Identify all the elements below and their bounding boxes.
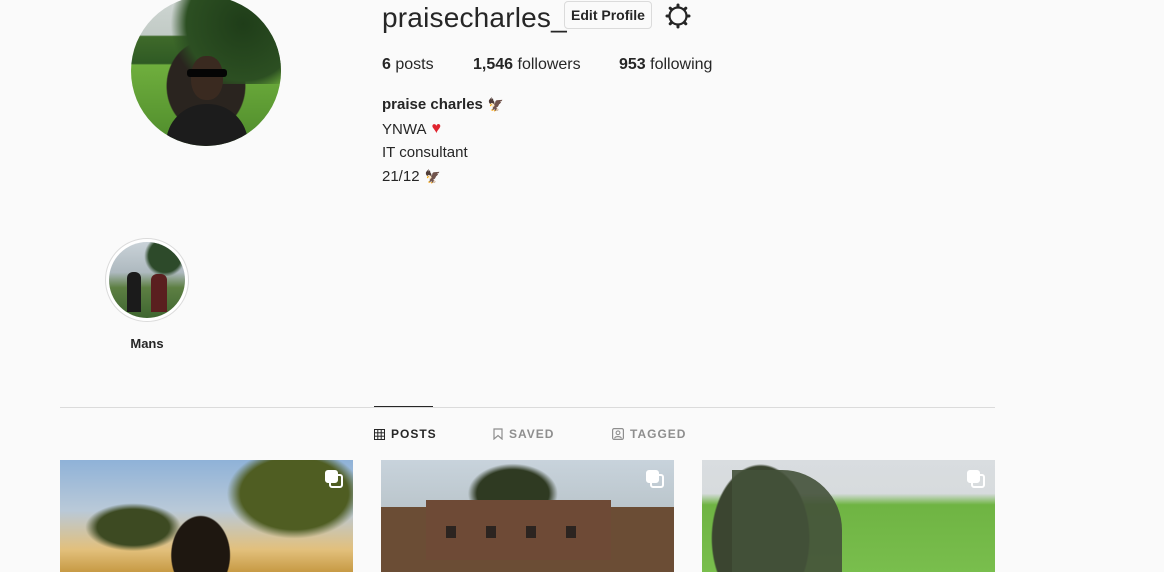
avatar-photo-sunglasses bbox=[187, 69, 227, 77]
carousel-icon bbox=[325, 470, 343, 488]
tab-saved[interactable]: SAVED bbox=[493, 427, 554, 441]
tab-tagged[interactable]: TAGGED bbox=[612, 427, 686, 441]
bio-line-2-text: IT consultant bbox=[382, 144, 468, 161]
post-photo-window bbox=[446, 526, 456, 538]
avatar-photo-head bbox=[191, 56, 223, 100]
post-thumbnail[interactable] bbox=[381, 460, 674, 572]
tab-posts-label: POSTS bbox=[391, 427, 437, 441]
highlight-photo-person bbox=[151, 274, 167, 312]
bio-line-3-text: 21/12 bbox=[382, 168, 420, 185]
carousel-icon bbox=[967, 470, 985, 488]
followers-count: 1,546 bbox=[473, 56, 514, 73]
story-highlight[interactable] bbox=[105, 238, 189, 322]
bio-line-1-text: YNWA bbox=[382, 120, 427, 138]
bio-name-text: praise charles bbox=[382, 96, 483, 113]
post-photo-tree-trunk bbox=[732, 470, 842, 572]
heart-icon: ♥ bbox=[431, 120, 441, 137]
tab-saved-label: SAVED bbox=[509, 427, 555, 441]
eagle-icon: 🦅 bbox=[487, 96, 505, 112]
carousel-icon bbox=[646, 470, 664, 488]
tab-tagged-label: TAGGED bbox=[630, 427, 687, 441]
avatar-photo-body bbox=[166, 104, 248, 146]
stat-posts: 6 posts bbox=[382, 56, 434, 74]
profile-avatar[interactable] bbox=[131, 0, 281, 146]
followers-label: followers bbox=[517, 56, 581, 73]
tab-posts[interactable]: POSTS bbox=[374, 427, 437, 441]
post-thumbnail[interactable] bbox=[702, 460, 995, 572]
edit-profile-button[interactable]: Edit Profile bbox=[564, 1, 652, 29]
highlight-label[interactable]: Mans bbox=[100, 336, 194, 351]
bio-line-1: YNWA ♥ bbox=[382, 120, 441, 138]
stat-following[interactable]: 953 following bbox=[619, 56, 712, 74]
tagged-user-icon bbox=[612, 428, 624, 440]
posts-count: 6 bbox=[382, 56, 391, 73]
post-thumbnail[interactable] bbox=[60, 460, 353, 572]
bio-full-name: praise charles 🦅 bbox=[382, 96, 504, 113]
eagle-icon: 🦅 bbox=[424, 168, 441, 184]
posts-label: posts bbox=[395, 56, 434, 73]
following-label: following bbox=[650, 56, 713, 73]
following-count: 953 bbox=[619, 56, 646, 73]
profile-username: praisecharles_ bbox=[382, 2, 567, 33]
active-tab-indicator bbox=[374, 406, 433, 407]
bio-line-3: 21/12 🦅 bbox=[382, 168, 441, 185]
highlight-photo-tree bbox=[143, 242, 185, 276]
gear-icon[interactable] bbox=[665, 3, 691, 29]
post-photo-building bbox=[426, 500, 611, 560]
tabs-divider bbox=[60, 407, 995, 408]
post-photo-window bbox=[526, 526, 536, 538]
bio-line-2: IT consultant bbox=[382, 144, 468, 161]
post-photo-window bbox=[566, 526, 576, 538]
post-photo-window bbox=[486, 526, 496, 538]
bookmark-icon bbox=[493, 428, 503, 440]
stat-followers[interactable]: 1,546 followers bbox=[473, 56, 581, 74]
highlight-photo-person bbox=[127, 272, 141, 312]
highlight-cover-image bbox=[109, 242, 185, 318]
grid-icon bbox=[374, 428, 385, 440]
